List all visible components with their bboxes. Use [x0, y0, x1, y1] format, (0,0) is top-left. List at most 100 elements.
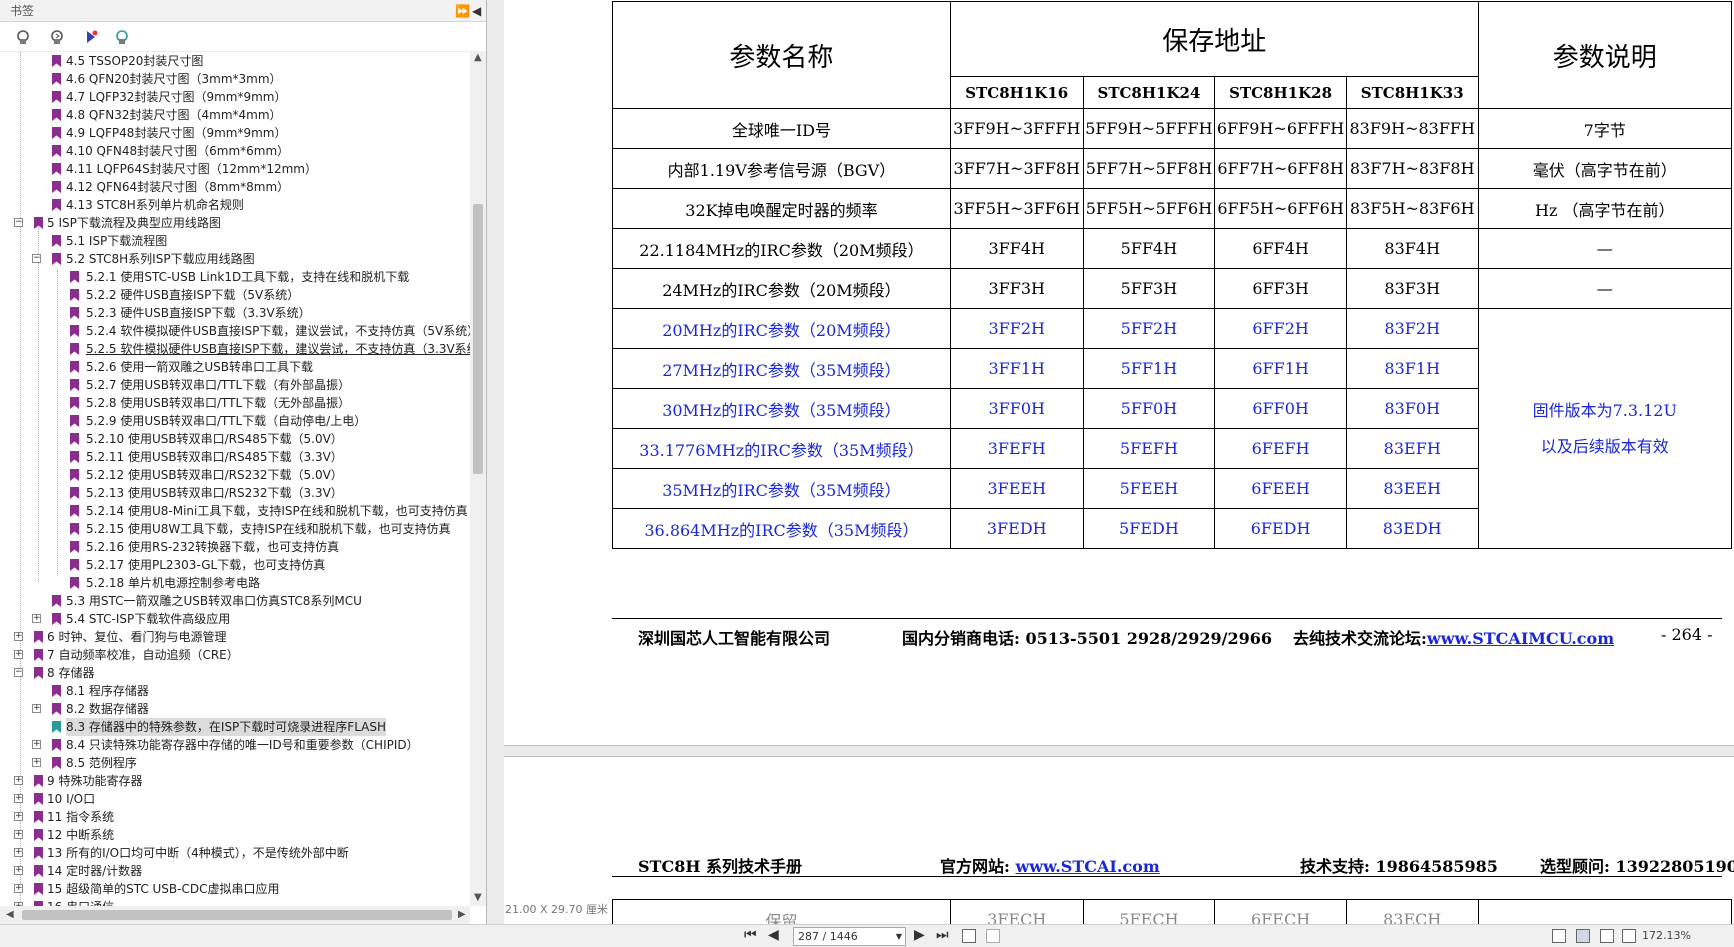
hscroll-thumb[interactable]: [22, 910, 452, 920]
paste-view-icon[interactable]: [986, 929, 1000, 943]
bookmark-item[interactable]: 4.10 QFN48封装尺寸图（6mm*6mm）: [0, 142, 470, 160]
bookmark-item[interactable]: 5.2.18 单片机电源控制参考电路: [0, 574, 470, 592]
bookmark-find-icon[interactable]: [115, 29, 131, 45]
scroll-left-icon[interactable]: ◀: [6, 909, 14, 920]
expand-toggle-icon[interactable]: +: [14, 830, 23, 839]
expand-toggle-icon[interactable]: +: [32, 614, 41, 623]
scroll-thumb[interactable]: [473, 204, 483, 474]
bookmark-item[interactable]: +6 时钟、复位、看门狗与电源管理: [0, 628, 470, 646]
site-link[interactable]: www.STCAI.com: [1015, 857, 1159, 876]
bookmark-item[interactable]: 4.5 TSSOP20封装尺寸图: [0, 52, 470, 70]
collapse-toggle-icon[interactable]: −: [32, 254, 41, 263]
previous-page-icon[interactable]: ◀: [768, 927, 779, 943]
bookmark-item[interactable]: +9 特殊功能寄存器: [0, 772, 470, 790]
bookmark-item[interactable]: +5.4 STC-ISP下载软件高级应用: [0, 610, 470, 628]
facing-view-icon[interactable]: [1600, 929, 1614, 943]
bookmark-item[interactable]: 5.2.2 硬件USB直接ISP下载（5V系统）: [0, 286, 470, 304]
bookmark-item[interactable]: +8.2 数据存储器: [0, 700, 470, 718]
first-page-icon[interactable]: ⏮: [744, 927, 757, 943]
expand-toggle-icon[interactable]: +: [32, 740, 41, 749]
expand-toggle-icon[interactable]: +: [14, 848, 23, 857]
expand-toggle-icon[interactable]: +: [14, 884, 23, 893]
bookmark-item[interactable]: +13 所有的I/O口均可中断（4种模式），不是传统外部中断: [0, 844, 470, 862]
expand-toggle-icon[interactable]: +: [14, 776, 23, 785]
next-page-icon[interactable]: ▶: [914, 927, 925, 943]
bookmark-item[interactable]: 4.7 LQFP32封装尺寸图（9mm*9mm）: [0, 88, 470, 106]
bookmark-icon: [52, 703, 61, 715]
document-viewer[interactable]: 参数名称 保存地址 参数说明 STC8H1K16 STC8H1K24 STC8H…: [488, 0, 1734, 940]
bookmark-item[interactable]: 5.2.10 使用USB转双串口/RS485下载（5.0V）: [0, 430, 470, 448]
bookmark-item[interactable]: 8.3 存储器中的特殊参数，在ISP下载时可烧录进程序FLASH: [0, 718, 470, 736]
row-address: 3FEEH: [949, 468, 1084, 509]
bookmark-item[interactable]: +16 串口通信: [0, 898, 470, 906]
forum-link[interactable]: www.STCAIMCU.com: [1427, 629, 1614, 648]
bookmark-item[interactable]: 5.2.17 使用PL2303-GL下载，也可支持仿真: [0, 556, 470, 574]
bookmark-item[interactable]: 5.2.11 使用USB转双串口/RS485下载（3.3V）: [0, 448, 470, 466]
bookmark-item[interactable]: 5.2.3 硬件USB直接ISP下载（3.3V系统）: [0, 304, 470, 322]
bookmark-item[interactable]: − 5 ISP下载流程及典型应用线路图: [0, 214, 470, 232]
collapse-panel-icon[interactable]: ◀: [472, 0, 481, 22]
bookmark-label: 5.2.8 使用USB转双串口/TTL下载（无外部晶振）: [86, 396, 351, 410]
bookmark-item[interactable]: − 8 存储器: [0, 664, 470, 682]
bookmark-horizontal-scrollbar[interactable]: ◀ ▶: [0, 906, 470, 924]
last-page-icon[interactable]: ⏭: [936, 927, 949, 943]
bookmark-item[interactable]: 5.1 ISP下载流程图: [0, 232, 470, 250]
bookmark-item[interactable]: 5.2.1 使用STC-USB Link1D工具下载，支持在线和脱机下载: [0, 268, 470, 286]
bookmark-label: 5.2.15 使用U8W工具下载，支持ISP在线和脱机下载，也可支持仿真: [86, 522, 451, 536]
bookmark-expand-icon[interactable]: [16, 29, 32, 45]
bookmark-item[interactable]: +7 自动频率校准，自动追频（CRE）: [0, 646, 470, 664]
book-view-icon[interactable]: [1622, 929, 1636, 943]
expand-toggle-icon[interactable]: +: [14, 794, 23, 803]
bookmark-item[interactable]: +15 超级简单的STC USB-CDC虚拟串口应用: [0, 880, 470, 898]
expand-panel-icon[interactable]: ⏩: [455, 0, 470, 22]
bookmark-item[interactable]: 5.2.9 使用USB转双串口/TTL下载（自动停电/上电）: [0, 412, 470, 430]
scroll-down-icon[interactable]: ▼: [474, 892, 482, 903]
bookmark-item[interactable]: 8.1 程序存储器: [0, 682, 470, 700]
continuous-view-icon[interactable]: [1576, 929, 1590, 943]
expand-toggle-icon[interactable]: +: [14, 650, 23, 659]
bookmark-item[interactable]: +14 定时器/计数器: [0, 862, 470, 880]
bookmark-item[interactable]: 5.2.7 使用USB转双串口/TTL下载（有外部晶振）: [0, 376, 470, 394]
bookmark-item[interactable]: 4.11 LQFP64S封装尺寸图（12mm*12mm）: [0, 160, 470, 178]
expand-toggle-icon[interactable]: +: [14, 632, 23, 641]
expand-toggle-icon[interactable]: +: [14, 812, 23, 821]
bookmark-item[interactable]: 4.9 LQFP48封装尺寸图（9mm*9mm）: [0, 124, 470, 142]
bookmark-item[interactable]: 5.2.15 使用U8W工具下载，支持ISP在线和脱机下载，也可支持仿真: [0, 520, 470, 538]
bookmark-item[interactable]: 5.2.4 软件模拟硬件USB直接ISP下载，建议尝试，不支持仿真（5V系统）: [0, 322, 470, 340]
bookmark-item[interactable]: +12 中断系统: [0, 826, 470, 844]
bookmark-item[interactable]: +11 指令系统: [0, 808, 470, 826]
bookmark-item[interactable]: +8.5 范例程序: [0, 754, 470, 772]
bookmark-item[interactable]: 4.13 STC8H系列单片机命名规则: [0, 196, 470, 214]
bookmark-item[interactable]: − 5.2 STC8H系列ISP下载应用线路图: [0, 250, 470, 268]
expand-toggle-icon[interactable]: +: [32, 704, 41, 713]
bookmark-vertical-scrollbar[interactable]: ▲ ▼: [470, 52, 486, 906]
copy-view-icon[interactable]: [962, 929, 976, 943]
bookmark-label: 5.2.5 软件模拟硬件USB直接ISP下载，建议尝试，不支持仿真（3.3V系统…: [86, 342, 470, 356]
bookmark-item[interactable]: 4.6 QFN20封装尺寸图（3mm*3mm）: [0, 70, 470, 88]
bookmark-item[interactable]: 5.2.16 使用RS-232转换器下载，也可支持仿真: [0, 538, 470, 556]
scroll-up-icon[interactable]: ▲: [474, 52, 482, 63]
single-page-view-icon[interactable]: [1552, 929, 1566, 943]
scroll-right-icon[interactable]: ▶: [458, 909, 466, 920]
page-dropdown-icon[interactable]: ▼: [896, 928, 902, 945]
bookmark-item[interactable]: +10 I/O口: [0, 790, 470, 808]
collapse-toggle-icon[interactable]: −: [14, 218, 23, 227]
bookmark-item[interactable]: 5.3 用STC一箭双雕之USB转双串口仿真STC8系列MCU: [0, 592, 470, 610]
row-address: 5FEFH: [1082, 428, 1216, 469]
bookmark-item[interactable]: 5.2.13 使用USB转双串口/RS232下载（3.3V）: [0, 484, 470, 502]
bookmark-item[interactable]: 4.8 QFN32封装尺寸图（4mm*4mm）: [0, 106, 470, 124]
bookmark-item[interactable]: 5.2.6 使用一箭双雕之USB转串口工具下载: [0, 358, 470, 376]
page-number-input[interactable]: 287 / 1446 ▼: [793, 927, 906, 946]
bookmark-item[interactable]: 5.2.5 软件模拟硬件USB直接ISP下载，建议尝试，不支持仿真（3.3V系统…: [0, 340, 470, 358]
bookmark-item[interactable]: +8.4 只读特殊功能寄存器中存储的唯一ID号和重要参数（CHIPID）: [0, 736, 470, 754]
bookmark-item[interactable]: 5.2.12 使用USB转双串口/RS232下载（5.0V）: [0, 466, 470, 484]
zoom-level[interactable]: 172.13%: [1642, 929, 1691, 942]
bookmark-collapse-icon[interactable]: [50, 29, 66, 45]
bookmark-item[interactable]: 5.2.8 使用USB转双串口/TTL下载（无外部晶振）: [0, 394, 470, 412]
expand-toggle-icon[interactable]: +: [32, 758, 41, 767]
bookmark-add-icon[interactable]: [83, 29, 99, 45]
collapse-toggle-icon[interactable]: −: [14, 668, 23, 677]
expand-toggle-icon[interactable]: +: [14, 866, 23, 875]
bookmark-item[interactable]: 5.2.14 使用U8-Mini工具下载，支持ISP在线和脱机下载，也可支持仿真: [0, 502, 470, 520]
bookmark-item[interactable]: 4.12 QFN64封装尺寸图（8mm*8mm）: [0, 178, 470, 196]
